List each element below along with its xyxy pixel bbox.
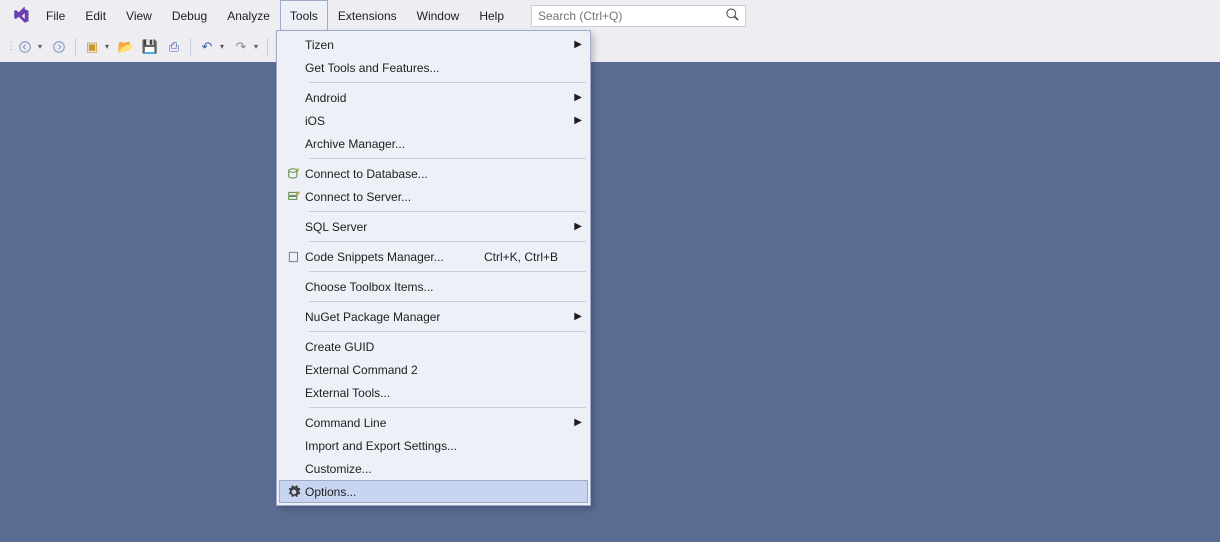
menubar: FileEditViewDebugAnalyzeToolsExtensionsW… [0,0,1220,31]
menu-item-ios[interactable]: iOS▶ [279,109,588,132]
toolbar-separator [75,38,76,56]
menu-item-connect-to-server[interactable]: Connect to Server... [279,185,588,208]
menu-item-label: Get Tools and Features... [305,61,572,75]
menu-item-tizen[interactable]: Tizen▶ [279,33,588,56]
menu-item-choose-toolbox-items[interactable]: Choose Toolbox Items... [279,275,588,298]
menu-item-label: Customize... [305,462,572,476]
submenu-arrow-icon: ▶ [572,115,582,126]
menu-item-external-command-2[interactable]: External Command 2 [279,358,588,381]
menu-item-label: External Command 2 [305,363,572,377]
forward-button[interactable] [48,36,70,58]
menu-item-label: SQL Server [305,220,572,234]
menu-item-label: Connect to Server... [305,190,572,204]
menu-item-import-and-export-settings[interactable]: Import and Export Settings... [279,434,588,457]
menu-help[interactable]: Help [469,0,514,31]
toolbar-separator [267,38,268,56]
menu-item-label: Options... [305,485,572,499]
menu-edit[interactable]: Edit [75,0,116,31]
toolbar-grip-icon: ⋮ [6,41,12,52]
dropdown-arrow-icon[interactable]: ▾ [38,42,46,51]
menu-tools[interactable]: Tools [280,0,328,31]
toolbar: ⋮ ▾ ▣ ▾ 📂 💾 ⎙ ↶ ▾ ↷ ▾ [0,31,1220,62]
menu-separator [309,82,586,83]
menu-item-connect-to-database[interactable]: Connect to Database... [279,162,588,185]
server-add-icon [283,190,305,204]
menu-item-nuget-package-manager[interactable]: NuGet Package Manager▶ [279,305,588,328]
toolbar-separator [190,38,191,56]
menu-item-code-snippets-manager[interactable]: Code Snippets Manager...Ctrl+K, Ctrl+B [279,245,588,268]
submenu-arrow-icon: ▶ [572,92,582,103]
vs-logo-icon [6,0,36,31]
menu-item-create-guid[interactable]: Create GUID [279,335,588,358]
menu-item-label: Choose Toolbox Items... [305,280,572,294]
menu-item-label: External Tools... [305,386,572,400]
menu-separator [309,241,586,242]
menu-item-label: Import and Export Settings... [305,439,572,453]
menu-item-label: Command Line [305,416,572,430]
dropdown-arrow-icon[interactable]: ▾ [220,42,228,51]
open-file-button[interactable]: 📂 [115,36,137,58]
back-button[interactable] [14,36,36,58]
menu-item-sql-server[interactable]: SQL Server▶ [279,215,588,238]
menu-item-label: Code Snippets Manager... [305,250,484,264]
tools-menu-dropdown: Tizen▶Get Tools and Features...Android▶i… [276,30,591,506]
editor-area [0,62,1220,542]
save-all-button[interactable]: ⎙ [163,36,185,58]
menu-window[interactable]: Window [407,0,470,31]
menu-separator [309,271,586,272]
menu-item-label: Tizen [305,38,572,52]
menu-separator [309,331,586,332]
menu-separator [309,211,586,212]
submenu-arrow-icon: ▶ [572,221,582,232]
menu-item-customize[interactable]: Customize... [279,457,588,480]
menu-item-label: NuGet Package Manager [305,310,572,324]
menu-item-shortcut: Ctrl+K, Ctrl+B [484,250,572,264]
menu-item-label: Connect to Database... [305,167,572,181]
menu-debug[interactable]: Debug [162,0,217,31]
search-icon [726,8,739,24]
save-button[interactable]: 💾 [139,36,161,58]
menu-item-external-tools[interactable]: External Tools... [279,381,588,404]
snippet-icon [283,250,305,264]
db-add-icon [283,167,305,181]
menu-item-label: Android [305,91,572,105]
menu-analyze[interactable]: Analyze [217,0,280,31]
redo-button[interactable]: ↷ [230,36,252,58]
menu-item-label: iOS [305,114,572,128]
undo-button[interactable]: ↶ [196,36,218,58]
menu-item-archive-manager[interactable]: Archive Manager... [279,132,588,155]
dropdown-arrow-icon[interactable]: ▾ [254,42,262,51]
menu-item-options[interactable]: Options... [279,480,588,503]
quick-launch-search[interactable] [531,5,746,27]
menu-separator [309,301,586,302]
menu-item-label: Archive Manager... [305,137,572,151]
menu-item-get-tools-and-features[interactable]: Get Tools and Features... [279,56,588,79]
gear-icon [283,485,305,499]
menu-extensions[interactable]: Extensions [328,0,407,31]
submenu-arrow-icon: ▶ [572,311,582,322]
submenu-arrow-icon: ▶ [572,417,582,428]
search-input[interactable] [538,9,726,23]
menu-separator [309,407,586,408]
menu-item-label: Create GUID [305,340,572,354]
menu-file[interactable]: File [36,0,75,31]
menu-view[interactable]: View [116,0,162,31]
submenu-arrow-icon: ▶ [572,39,582,50]
menu-item-android[interactable]: Android▶ [279,86,588,109]
menu-separator [309,158,586,159]
new-project-button[interactable]: ▣ [81,36,103,58]
menu-item-command-line[interactable]: Command Line▶ [279,411,588,434]
dropdown-arrow-icon[interactable]: ▾ [105,42,113,51]
